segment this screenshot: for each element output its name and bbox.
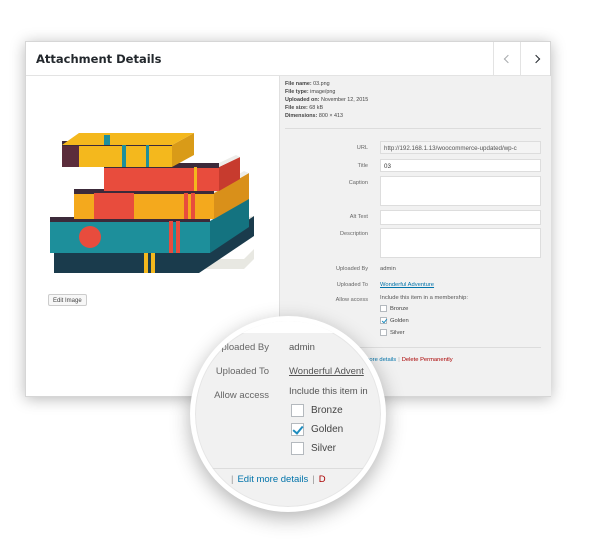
file-type-row: File type: image/png — [285, 88, 368, 96]
uploaded-on-label: Uploaded on: — [285, 97, 320, 103]
uploaded-by-value: admin — [380, 266, 396, 272]
file-size-label: File size: — [285, 105, 308, 111]
file-size-value: 68 kB — [309, 105, 324, 111]
zoom-allow-access-label: Allow access — [214, 390, 269, 401]
zoom-bronze-checkbox[interactable] — [291, 404, 304, 417]
file-type-value: image/png — [310, 89, 336, 95]
alt-text-field[interactable] — [380, 210, 541, 225]
dimensions-value: 800 × 413 — [318, 113, 343, 119]
title-label: Title — [357, 163, 368, 169]
info-divider — [285, 128, 541, 129]
magnifier-field-edge — [195, 321, 381, 333]
zoom-silver-checkbox[interactable] — [291, 442, 304, 455]
golden-checkbox[interactable] — [380, 317, 387, 324]
magnifier-content: Uploaded By admin Uploaded To Wonderful … — [195, 321, 381, 507]
zoom-uploaded-to-link[interactable]: Wonderful Advent — [289, 366, 364, 377]
edit-image-button[interactable]: Edit Image — [48, 294, 87, 306]
golden-label: Golden — [390, 317, 409, 324]
membership-silver[interactable]: Silver — [380, 329, 405, 336]
title-field[interactable]: 03 — [380, 159, 541, 172]
file-name-row: File name: 03.png — [285, 80, 368, 88]
actions-separator: | — [398, 357, 400, 363]
zoom-left-separator: | — [231, 474, 234, 485]
silver-checkbox[interactable] — [380, 329, 387, 336]
caption-label: Caption — [348, 180, 368, 186]
uploaded-on-value: November 12, 2015 — [320, 97, 369, 103]
zoom-delete-link[interactable]: D — [319, 474, 326, 485]
file-name-value: 03.png — [313, 81, 330, 87]
chevron-right-icon — [531, 54, 540, 63]
description-field[interactable] — [380, 228, 541, 258]
zoom-actions-separator: | — [312, 474, 315, 485]
zoom-membership-golden[interactable]: Golden — [291, 423, 343, 436]
silver-label: Silver — [390, 329, 405, 336]
zoom-allow-access-hint: Include this item in — [289, 386, 368, 397]
chevron-left-icon — [503, 54, 512, 63]
dimensions-row: Dimensions: 800 × 413 — [285, 112, 368, 120]
zoom-actions: | Edit more details | D — [227, 474, 326, 485]
modal-title: Attachment Details — [36, 52, 162, 66]
zoom-uploaded-by-label: Uploaded By — [214, 342, 269, 353]
stacked-books-image — [50, 133, 254, 273]
file-type-label: File type: — [285, 89, 309, 95]
previous-attachment-button[interactable] — [493, 42, 521, 75]
allow-access-hint: Include this item in a membership: — [380, 295, 468, 301]
delete-permanently-link[interactable]: Delete Permanently — [402, 357, 453, 363]
url-label: URL — [356, 145, 368, 151]
dimensions-label: Dimensions: — [285, 113, 318, 119]
caption-field[interactable] — [380, 176, 541, 206]
url-field[interactable]: http://192.168.1.13/woocommerce-updated/… — [380, 141, 541, 154]
zoom-bronze-label: Bronze — [311, 405, 343, 416]
magnifier-zoom: Uploaded By admin Uploaded To Wonderful … — [190, 316, 386, 512]
zoom-uploaded-to-label: Uploaded To — [215, 366, 269, 377]
zoom-golden-label: Golden — [311, 424, 344, 435]
next-attachment-button[interactable] — [520, 42, 550, 75]
membership-bronze[interactable]: Bronze — [380, 305, 408, 312]
file-details: File name: 03.png File type: image/png U… — [285, 80, 368, 120]
zoom-membership-bronze[interactable]: Bronze — [291, 404, 343, 417]
membership-golden[interactable]: Golden — [380, 317, 409, 324]
uploaded-to-label: Uploaded To — [336, 282, 368, 288]
alt-text-label: Alt Text — [349, 214, 368, 220]
allow-access-label: Allow access — [335, 297, 368, 303]
zoom-silver-label: Silver — [311, 443, 337, 454]
zoom-uploaded-by-value: admin — [289, 342, 315, 353]
file-name-label: File name: — [285, 81, 312, 87]
bronze-label: Bronze — [390, 305, 409, 312]
uploaded-on-row: Uploaded on: November 12, 2015 — [285, 96, 368, 104]
bronze-checkbox[interactable] — [380, 305, 387, 312]
modal-header: Attachment Details — [26, 42, 550, 76]
zoom-edit-more-details-link[interactable]: Edit more details — [237, 474, 308, 485]
description-label: Description — [340, 231, 368, 237]
uploaded-by-label: Uploaded By — [335, 266, 368, 272]
zoom-divider — [195, 468, 381, 469]
zoom-golden-checkbox[interactable] — [291, 423, 304, 436]
uploaded-to-link[interactable]: Wonderful Adventure — [380, 282, 434, 288]
zoom-membership-silver[interactable]: Silver — [291, 442, 336, 455]
file-size-row: File size: 68 kB — [285, 104, 368, 112]
